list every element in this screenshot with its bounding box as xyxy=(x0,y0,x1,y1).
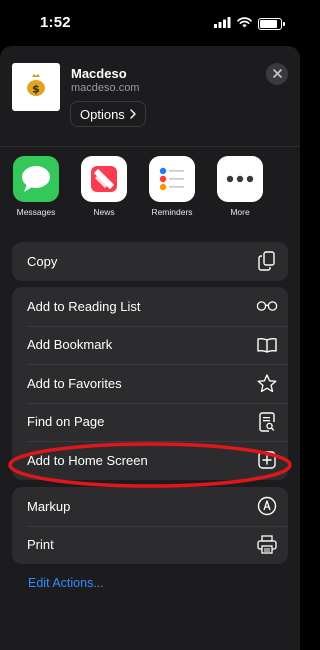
star-icon xyxy=(256,372,278,394)
site-thumbnail: $ xyxy=(12,63,60,111)
app-label: News xyxy=(93,207,115,217)
action-label: Copy xyxy=(27,253,58,269)
app-label: Messages xyxy=(16,207,56,217)
book-icon xyxy=(256,334,278,356)
options-button[interactable]: Options xyxy=(70,101,146,127)
apps-row: Messages News Reminders More xyxy=(0,156,300,226)
copy-group: Copy xyxy=(12,242,288,281)
markup-action[interactable]: Markup xyxy=(12,487,288,526)
money-bag-icon: $ xyxy=(25,73,47,102)
site-url: macdeso.com xyxy=(71,82,140,94)
close-button[interactable] xyxy=(266,63,288,85)
app-news[interactable]: News xyxy=(76,156,132,217)
find-icon xyxy=(256,411,278,433)
battery-fill xyxy=(260,20,277,28)
apps-divider xyxy=(0,146,300,147)
add-to-favorites-action[interactable]: Add to Favorites xyxy=(12,364,288,403)
action-label: Add Bookmark xyxy=(27,337,113,353)
copy-icon xyxy=(256,250,278,272)
svg-text:$: $ xyxy=(32,82,40,95)
action-label: Add to Reading List xyxy=(27,298,141,314)
add-to-reading-list-action[interactable]: Add to Reading List xyxy=(12,287,288,326)
action-label: Add to Favorites xyxy=(27,375,122,391)
actions-group-extra: Markup Print xyxy=(12,487,288,564)
sheet-header: $ Macdeso macdeso.com Options xyxy=(0,46,300,146)
reminders-icon xyxy=(149,156,195,202)
printer-icon xyxy=(256,534,278,556)
glasses-icon xyxy=(256,295,278,317)
copy-action[interactable]: Copy xyxy=(12,242,288,281)
app-messages[interactable]: Messages xyxy=(8,156,64,217)
add-bookmark-action[interactable]: Add Bookmark xyxy=(12,325,288,365)
plus-square-icon xyxy=(256,449,278,471)
app-label: More xyxy=(230,207,250,217)
signal-icon xyxy=(214,15,231,33)
chevron-right-icon xyxy=(130,107,136,122)
messages-icon xyxy=(13,156,59,202)
news-icon xyxy=(81,156,127,202)
app-more[interactable]: More xyxy=(212,156,268,217)
share-sheet: $ Macdeso macdeso.com Options Messages N… xyxy=(0,46,300,650)
action-label: Print xyxy=(27,537,54,553)
actions-group-main: Add to Reading List Add Bookmark Add to … xyxy=(12,287,288,480)
add-to-home-screen-action[interactable]: Add to Home Screen xyxy=(12,441,288,480)
options-label: Options xyxy=(80,106,125,122)
app-label: Reminders xyxy=(151,207,193,217)
app-reminders[interactable]: Reminders xyxy=(144,156,200,217)
more-icon xyxy=(217,156,263,202)
status-time: 1:52 xyxy=(40,14,71,31)
site-name: Macdeso xyxy=(71,66,127,81)
battery-icon xyxy=(258,18,285,30)
status-icons xyxy=(214,15,285,33)
status-bar: 1:52 xyxy=(0,0,300,44)
markup-icon xyxy=(256,495,278,517)
action-label: Find on Page xyxy=(27,414,105,430)
action-label: Add to Home Screen xyxy=(27,452,148,468)
edit-actions-link[interactable]: Edit Actions... xyxy=(28,576,104,590)
print-action[interactable]: Print xyxy=(12,525,288,565)
action-label: Markup xyxy=(27,498,71,514)
find-on-page-action[interactable]: Find on Page xyxy=(12,402,288,442)
wifi-icon xyxy=(237,15,252,33)
close-icon xyxy=(272,65,282,83)
